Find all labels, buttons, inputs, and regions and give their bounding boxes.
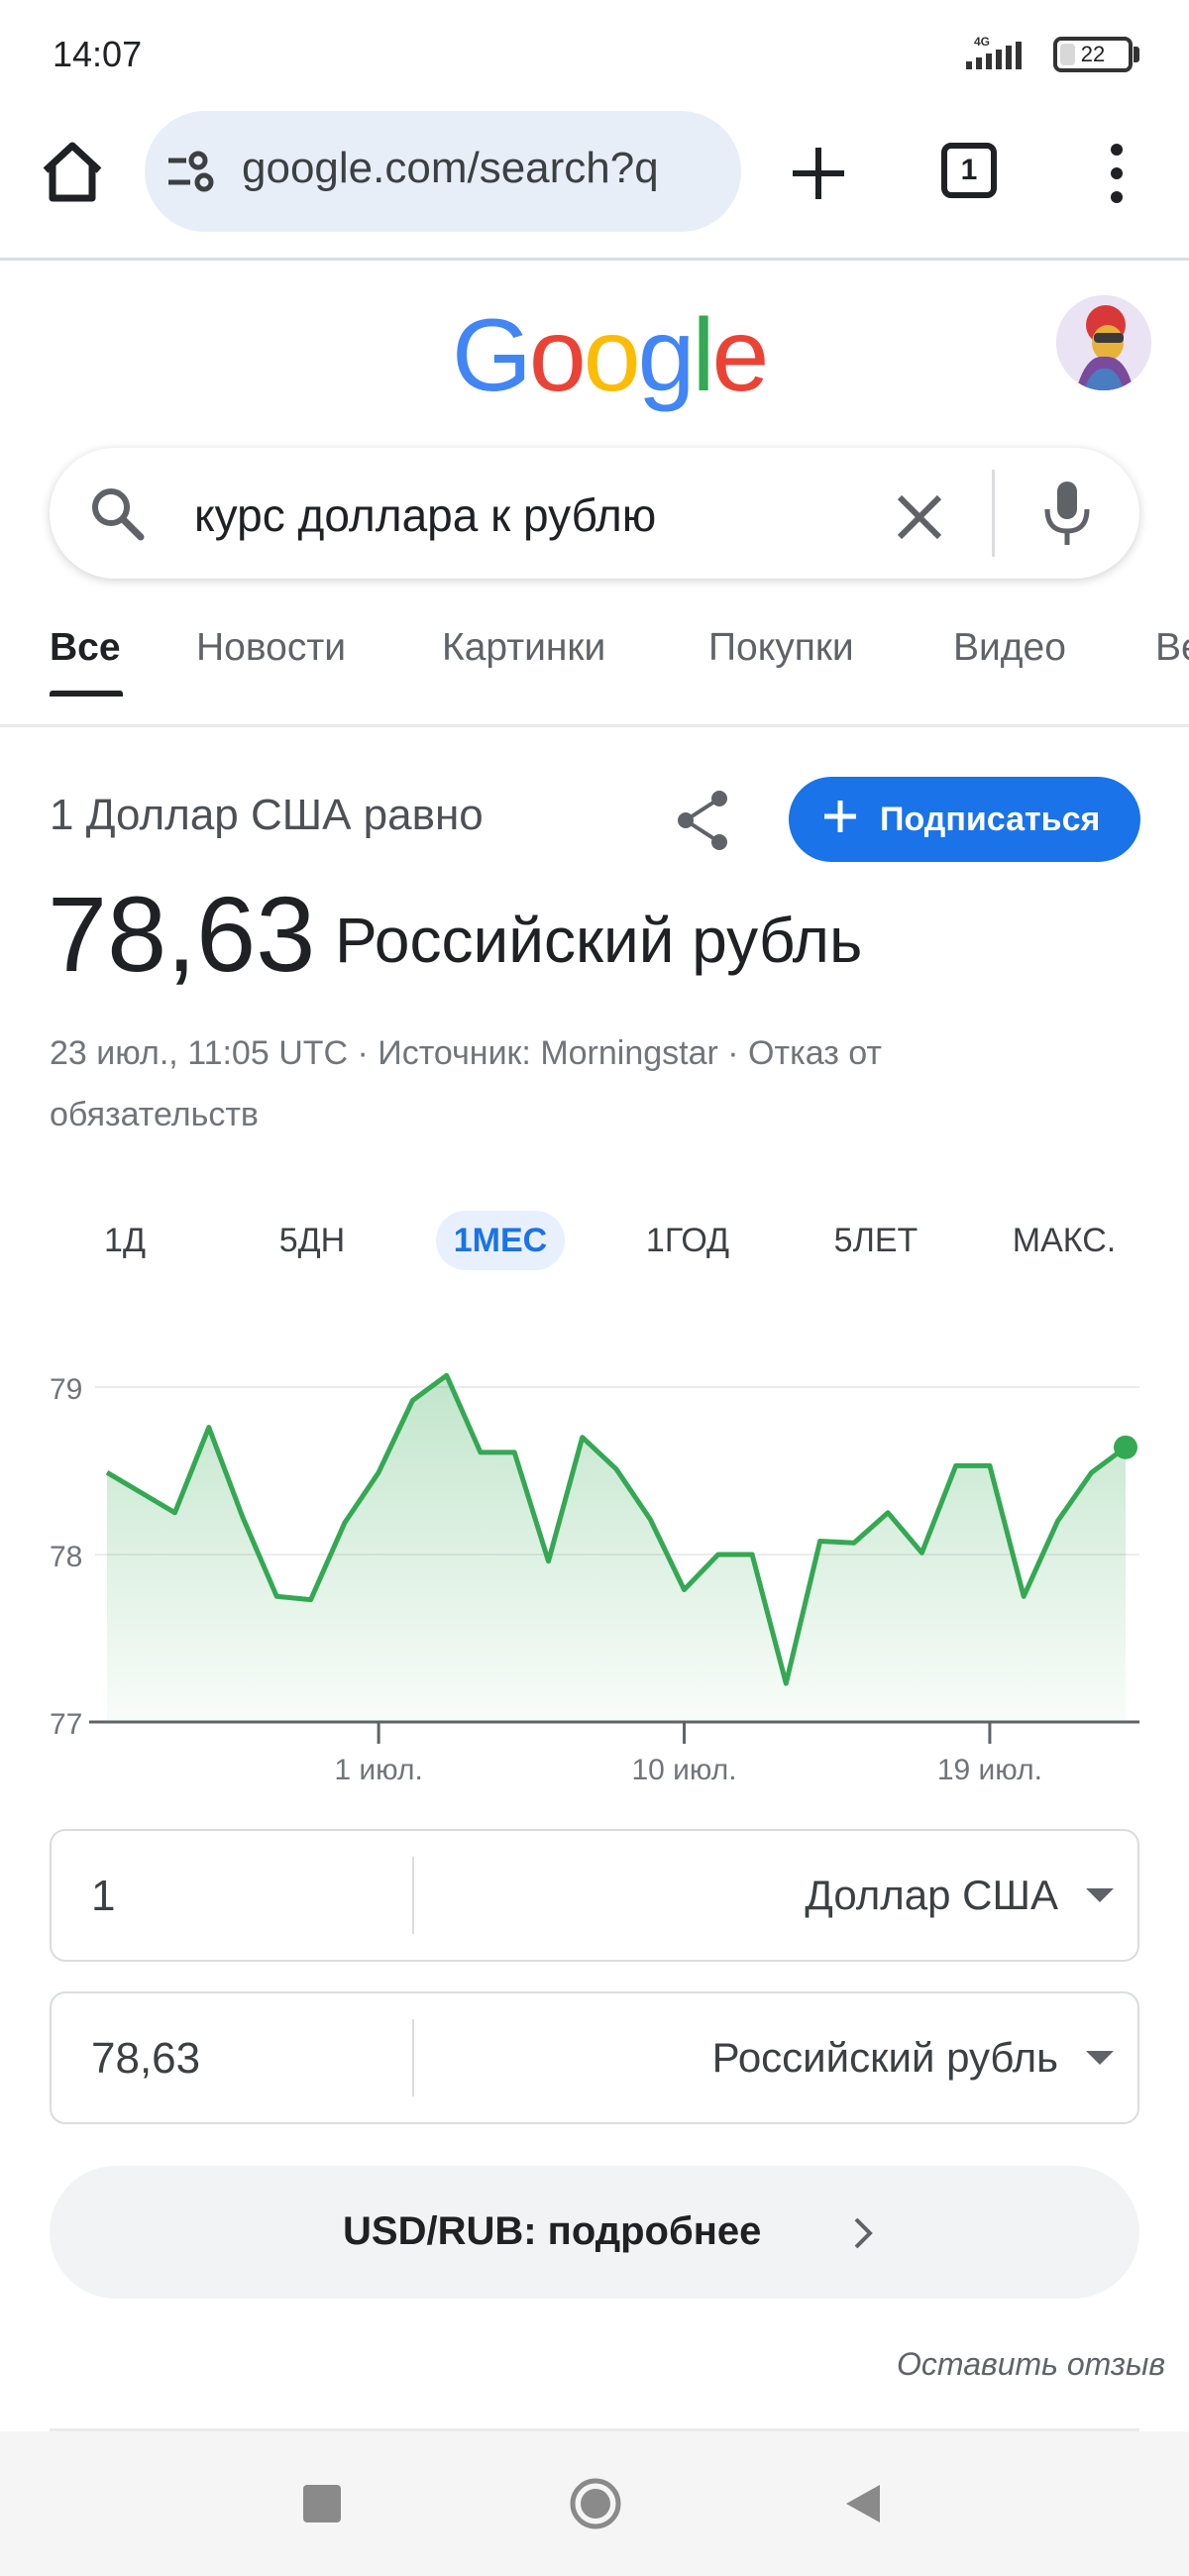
to-currency-select[interactable]: Российский рубль <box>712 2023 1114 2093</box>
converter-to: Российский рубль <box>50 1991 1139 2124</box>
source-meta: 23 июл., 11:05 UTC · Источник: Morningst… <box>50 1034 882 1133</box>
dropdown-caret-icon <box>1086 2051 1114 2065</box>
converter-separator <box>412 2019 414 2096</box>
x-tick-label: 19 июл. <box>937 1754 1042 1786</box>
share-icon[interactable] <box>674 789 731 852</box>
range-1y[interactable]: 1ГОД <box>630 1211 745 1270</box>
account-avatar[interactable] <box>1056 295 1151 390</box>
range-5d[interactable]: 5ДН <box>260 1211 365 1270</box>
battery-nub <box>1134 47 1139 62</box>
tabs-divider <box>0 724 1189 727</box>
site-settings-icon[interactable] <box>166 149 220 194</box>
converter-from: Доллар США <box>50 1829 1139 1962</box>
subscribe-button[interactable]: Подписаться <box>789 777 1140 862</box>
search-input[interactable] <box>194 487 809 543</box>
from-amount-input[interactable] <box>91 1867 388 1926</box>
chevron-right-icon <box>854 2217 873 2249</box>
current-value-dot <box>1114 1435 1137 1459</box>
new-tab-icon[interactable] <box>789 144 848 203</box>
microphone-icon[interactable] <box>1042 480 1092 549</box>
x-tick-label: 1 июл. <box>334 1754 422 1786</box>
tab-images[interactable]: Картинки <box>442 626 605 670</box>
rate-value: 78,63 <box>48 874 316 994</box>
converter-separator <box>412 1857 414 1934</box>
exchange-rate-chart[interactable]: 79 78 77 1 июл. 10 июл. 19 июл. <box>0 1318 1189 1803</box>
range-1d[interactable]: 1Д <box>79 1211 170 1270</box>
toolbar-divider <box>0 258 1189 261</box>
search-separator <box>992 470 995 557</box>
y-tick-label: 79 <box>50 1373 82 1406</box>
y-tick-label: 77 <box>50 1708 82 1741</box>
rate-currency: Российский рубль <box>335 905 863 976</box>
details-label: USD/RUB: подробнее <box>343 2209 762 2253</box>
clear-icon[interactable] <box>892 489 947 545</box>
search-icon[interactable] <box>87 483 147 543</box>
area-fill <box>107 1375 1126 1722</box>
details-button[interactable]: USD/RUB: подробнее <box>50 2166 1139 2299</box>
to-currency-label: Российский рубль <box>711 2034 1058 2081</box>
plus-icon <box>824 801 856 832</box>
home-icon[interactable] <box>38 137 107 206</box>
range-max[interactable]: МАКС. <box>997 1211 1132 1270</box>
signal-icon: 4G <box>966 36 1022 69</box>
range-5y[interactable]: 5ЛЕТ <box>818 1211 933 1270</box>
feedback-link[interactable]: Оставить отзыв <box>897 2346 1165 2383</box>
y-tick-label: 78 <box>50 1541 82 1573</box>
range-1m[interactable]: 1МЕС <box>436 1211 565 1270</box>
google-logo[interactable]: Google <box>452 297 769 415</box>
dropdown-caret-icon <box>1086 1888 1114 1902</box>
equals-label: 1 Доллар США равно <box>50 791 484 839</box>
tab-shopping[interactable]: Покупки <box>708 626 854 670</box>
to-amount-input[interactable] <box>91 2029 388 2089</box>
active-tab-indicator <box>50 691 123 697</box>
svg-text:4G: 4G <box>974 36 990 49</box>
tab-videos[interactable]: Видео <box>953 626 1066 670</box>
tab-news[interactable]: Новости <box>196 626 346 670</box>
tab-all[interactable]: Все <box>50 626 121 670</box>
url-text[interactable]: google.com/search?q <box>242 144 727 193</box>
tab-more[interactable]: Ве <box>1155 626 1189 670</box>
battery-icon: 22 <box>1053 37 1133 72</box>
back-nav-button[interactable] <box>840 2481 884 2526</box>
from-currency-label: Доллар США <box>805 1872 1058 1918</box>
recents-button[interactable] <box>303 2485 341 2522</box>
avatar-image <box>1056 295 1151 390</box>
home-nav-button[interactable] <box>569 2477 622 2530</box>
more-menu-icon[interactable] <box>1102 142 1132 205</box>
status-time: 14:07 <box>53 34 143 74</box>
subscribe-label: Подписаться <box>880 801 1101 838</box>
tab-switcher-button[interactable]: 1 <box>941 143 997 198</box>
battery-level: 22 <box>1080 42 1106 66</box>
x-tick-label: 10 июл. <box>631 1754 736 1786</box>
from-currency-select[interactable]: Доллар США <box>805 1861 1114 1930</box>
